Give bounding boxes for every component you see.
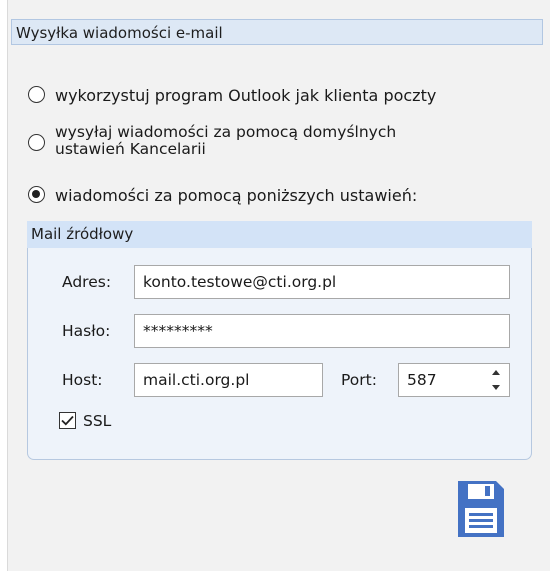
radio-outlook-label: wykorzystuj program Outlook jak klienta … — [55, 86, 437, 105]
spinner-down-icon[interactable] — [492, 385, 500, 390]
radio-custom-settings[interactable]: wiadomości za pomocą poniższych ustawień… — [28, 186, 417, 205]
radio-default-settings-line1: wysyłaj wiadomości za pomocą domyślnych — [55, 123, 397, 141]
password-label: Hasło: — [62, 322, 111, 340]
host-value: mail.cti.org.pl — [143, 371, 250, 389]
radio-custom-settings-label: wiadomości za pomocą poniższych ustawień… — [55, 186, 418, 205]
mail-source-header: Mail źródłowy — [27, 221, 532, 248]
spinner-up-icon[interactable] — [492, 370, 500, 375]
password-value: ********* — [143, 322, 213, 340]
address-label: Adres: — [62, 273, 112, 291]
address-field[interactable]: konto.testowe@cti.org.pl — [134, 265, 510, 299]
check-icon — [61, 415, 74, 426]
radio-default-settings-line2: ustawień Kancelarii — [55, 140, 206, 158]
port-stepper[interactable]: 587 — [398, 363, 510, 397]
section-header: Wysyłka wiadomości e-mail — [11, 19, 543, 45]
radio-outlook[interactable]: wykorzystuj program Outlook jak klienta … — [28, 86, 436, 105]
port-label: Port: — [341, 371, 377, 389]
address-value: konto.testowe@cti.org.pl — [143, 273, 337, 291]
spinner-arrows-icon[interactable] — [491, 370, 501, 390]
save-button[interactable] — [457, 480, 505, 538]
ssl-label: SSL — [83, 412, 112, 430]
radio-button[interactable] — [28, 134, 45, 151]
floppy-disk-icon — [458, 481, 504, 537]
host-field[interactable]: mail.cti.org.pl — [134, 363, 323, 397]
host-label: Host: — [62, 371, 103, 389]
port-value: 587 — [407, 371, 437, 389]
radio-default-settings[interactable]: wysyłaj wiadomości za pomocą domyślnych … — [28, 124, 396, 158]
radio-button[interactable] — [28, 86, 45, 103]
radio-default-settings-label: wysyłaj wiadomości za pomocą domyślnych … — [55, 124, 396, 158]
password-field[interactable]: ********* — [134, 314, 510, 348]
ssl-checkbox[interactable] — [59, 412, 76, 429]
radio-button-selected[interactable] — [28, 186, 45, 203]
